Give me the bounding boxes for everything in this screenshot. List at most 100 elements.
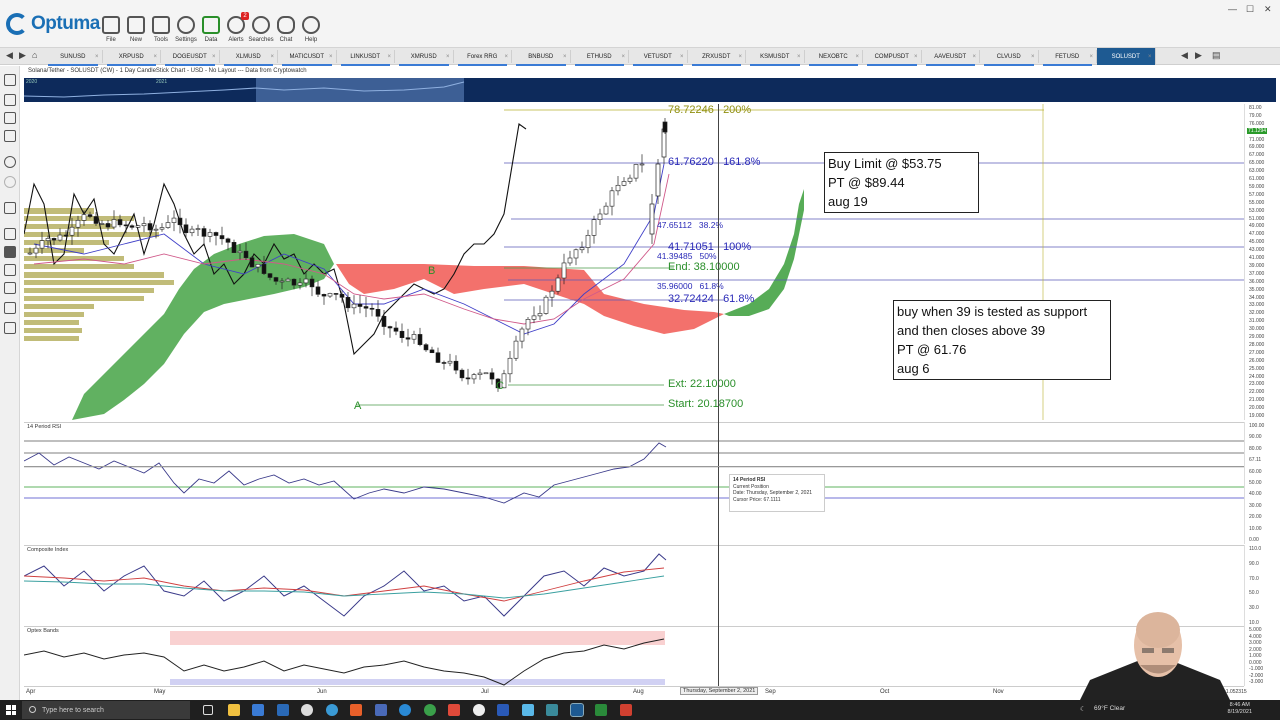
open-folder-icon[interactable] — [4, 94, 16, 106]
browser-icon[interactable] — [326, 704, 338, 716]
tab-maticusdt[interactable]: MATICUSDT × — [278, 50, 337, 66]
tab-forex-rrg[interactable]: Forex RRG × — [454, 50, 512, 66]
save-icon[interactable] — [4, 112, 16, 124]
tab-xrpusd[interactable]: XRPUSD × — [103, 50, 161, 66]
tab-close-icon[interactable]: × — [1031, 54, 1035, 60]
fib-200[interactable]: 78.72246 200% — [668, 104, 751, 116]
tools-button[interactable]: Tools — [147, 16, 175, 43]
app2-icon[interactable] — [522, 704, 534, 716]
forward-arrow-icon[interactable]: ▶ — [19, 50, 26, 61]
tab-bnbusd[interactable]: BNBUSD × — [512, 50, 571, 66]
optuma-task-icon[interactable] — [570, 703, 584, 717]
layout-icon[interactable] — [4, 74, 16, 86]
tab-sunusd[interactable]: SUNUSD × — [44, 50, 103, 66]
home-icon[interactable]: ⌂ — [32, 50, 37, 60]
optex-axis[interactable]: 5.000 4.000 3.000 2.000 1.000 0.000 -1.000 -2.0… — [1244, 626, 1280, 686]
tab-close-icon[interactable]: × — [1148, 54, 1152, 60]
taskbar-search[interactable]: Type here to search — [22, 701, 190, 719]
maps-icon[interactable] — [301, 704, 313, 716]
fib-61-b[interactable]: 32.72424 61.8% — [668, 293, 754, 305]
tab-close-icon[interactable]: × — [212, 54, 216, 60]
minimize-icon[interactable]: — — [1228, 4, 1237, 14]
new-button[interactable]: New — [122, 16, 150, 43]
tab-clvusd[interactable]: CLVUSD × — [980, 50, 1039, 66]
tab-close-icon[interactable]: × — [329, 54, 333, 60]
file-button[interactable]: File — [97, 16, 125, 43]
tab-close-icon[interactable]: × — [914, 54, 918, 60]
tab-fetusd[interactable]: FETUSD × — [1039, 50, 1097, 66]
tab-close-icon[interactable]: × — [738, 54, 742, 60]
tab-close-icon[interactable]: × — [621, 54, 625, 60]
fib-ext[interactable]: Ext: 22.10000 — [668, 378, 736, 390]
tab-close-icon[interactable]: × — [972, 54, 976, 60]
fib-50[interactable]: 41.39485 50% — [657, 251, 717, 261]
brave-icon[interactable] — [350, 704, 362, 716]
tab-xmrusd[interactable]: XMRUSD × — [395, 50, 454, 66]
rsi-axis[interactable]: 100.00 90.00 80.00 67.11 60.00 50.00 40.00 30.0… — [1244, 422, 1280, 544]
pencil-icon[interactable] — [4, 202, 16, 214]
calculator-icon[interactable] — [375, 704, 387, 716]
chat-button[interactable]: Chat — [272, 16, 300, 43]
tab-nexobtc[interactable]: NEXOBTC × — [805, 50, 863, 66]
word-icon[interactable] — [497, 704, 509, 716]
price-axis[interactable]: 81.0079.0076.00073.00071.00069.00067.000… — [1244, 104, 1280, 420]
undo-icon[interactable] — [4, 156, 16, 168]
tab-close-icon[interactable]: × — [855, 54, 859, 60]
windows-start-icon[interactable] — [6, 705, 16, 715]
tab-dogeusdt[interactable]: DOGEUSDT × — [161, 50, 220, 66]
mail-icon[interactable] — [277, 704, 289, 716]
settings-button[interactable]: Settings — [172, 16, 200, 43]
tab-vetusdt[interactable]: VETUSDT × — [629, 50, 688, 66]
tab-close-icon[interactable]: × — [504, 54, 508, 60]
tab-compusdt[interactable]: COMPUSDT × — [863, 50, 922, 66]
tab-aaveusdt[interactable]: AAVEUSDT × — [922, 50, 980, 66]
list-icon[interactable] — [4, 302, 16, 314]
composite-axis[interactable]: 110.0 90.0 70.0 50.0 30.0 10.0 — [1244, 545, 1280, 627]
magnet-icon[interactable] — [4, 282, 16, 294]
date-axis[interactable]: Apr May Jun Jul Aug Sep Oct Nov 1C:1.052… — [24, 686, 1247, 700]
tab-linkusdt[interactable]: LINKUSDT × — [337, 50, 395, 66]
tab-close-icon[interactable]: × — [563, 54, 567, 60]
lock-icon[interactable] — [4, 246, 16, 258]
searches-button[interactable]: Searches — [247, 16, 275, 43]
crosshair-icon[interactable] — [4, 228, 16, 240]
redo-icon[interactable] — [4, 176, 16, 188]
help-button[interactable]: Help — [297, 16, 325, 43]
chrome-alt-icon[interactable] — [473, 704, 485, 716]
fib-38[interactable]: 47.65112 38.2% — [657, 220, 723, 230]
composite-panel[interactable] — [24, 545, 1244, 627]
chrome-icon[interactable] — [424, 704, 436, 716]
optex-panel[interactable] — [24, 626, 1244, 686]
tab-close-icon[interactable]: × — [95, 54, 99, 60]
task-view-icon[interactable] — [203, 705, 213, 715]
file-explorer-icon[interactable] — [228, 704, 240, 716]
tab-zrxusdt[interactable]: ZRXUSDT × — [688, 50, 746, 66]
tab-close-icon[interactable]: × — [446, 54, 450, 60]
app3-icon[interactable] — [546, 704, 558, 716]
fib-end[interactable]: End: 38.10000 — [668, 261, 740, 273]
tab-close-icon[interactable]: × — [270, 54, 274, 60]
weather-text[interactable]: 69°F Clear — [1094, 705, 1125, 712]
weather-icon[interactable]: ☾ — [1080, 705, 1086, 713]
tab-close-icon[interactable]: × — [1089, 54, 1093, 60]
clock[interactable]: 8:46 AM 8/19/2021 — [1228, 702, 1252, 716]
data-button[interactable]: Data — [197, 16, 225, 43]
alerts-button[interactable]: 2 Alerts — [222, 12, 250, 43]
tab-close-icon[interactable]: × — [797, 54, 801, 60]
print-icon[interactable] — [4, 130, 16, 142]
back-arrow-icon[interactable]: ◀ — [6, 50, 13, 61]
tab-close-icon[interactable]: × — [680, 54, 684, 60]
tab-menu-icon[interactable]: ▤ — [1212, 50, 1221, 61]
tab-close-icon[interactable]: × — [153, 54, 157, 60]
note-support-plan[interactable]: buy when 39 is tested as support and the… — [893, 300, 1111, 380]
note-buy-limit[interactable]: Buy Limit @ $53.75 PT @ $89.44 aug 19 — [824, 152, 979, 213]
fib-161[interactable]: 61.76220 161.8% — [668, 156, 760, 168]
close-icon[interactable]: ✕ — [1264, 4, 1272, 15]
store-icon[interactable] — [252, 704, 264, 716]
checklist-icon[interactable] — [4, 322, 16, 334]
excel-icon[interactable] — [595, 704, 607, 716]
tab-xlmusd[interactable]: XLMUSD × — [220, 50, 278, 66]
grid-icon[interactable] — [4, 264, 16, 276]
maximize-icon[interactable]: ☐ — [1246, 4, 1254, 15]
fib-61-a[interactable]: 35.96000 61.8% — [657, 281, 724, 291]
